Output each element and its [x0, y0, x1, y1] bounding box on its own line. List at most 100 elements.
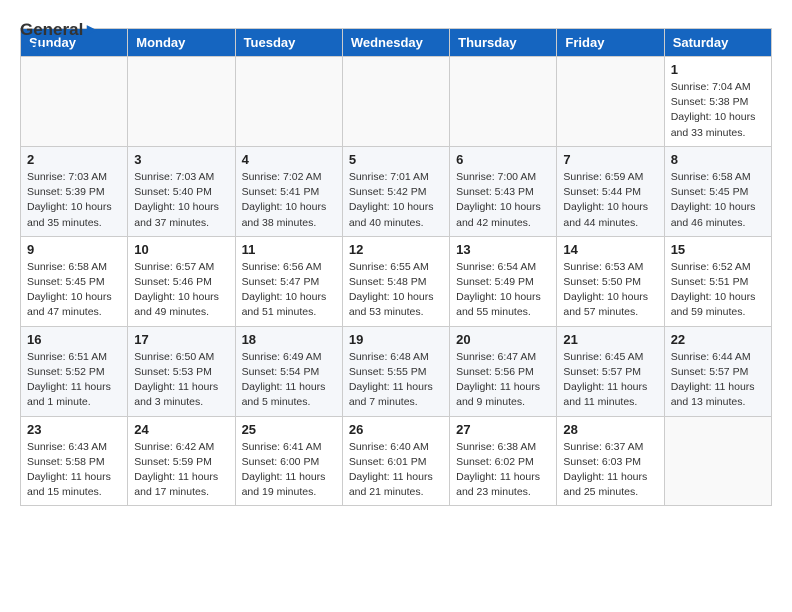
day-number: 24 [134, 422, 228, 437]
weekday-saturday: Saturday [664, 29, 771, 57]
day-info: Sunrise: 6:38 AM Sunset: 6:02 PM Dayligh… [456, 440, 550, 501]
day-cell: 6 Sunrise: 7:00 AM Sunset: 5:43 PM Daylig… [450, 146, 557, 236]
day-number: 23 [27, 422, 121, 437]
day-info: Sunrise: 6:41 AM Sunset: 6:00 PM Dayligh… [242, 440, 336, 501]
day-number: 6 [456, 152, 550, 167]
day-info: Sunrise: 6:48 AM Sunset: 5:55 PM Dayligh… [349, 350, 443, 411]
day-info: Sunrise: 7:04 AM Sunset: 5:38 PM Dayligh… [671, 80, 765, 141]
day-cell: 11Sunrise: 6:56 AM Sunset: 5:47 PM Dayli… [235, 236, 342, 326]
week-row-4: 16 Sunrise: 6:51 AM Sunset: 5:52 PM Dayli… [21, 326, 772, 416]
day-number: 26 [349, 422, 443, 437]
day-number: 5 [349, 152, 443, 167]
day-cell: 18 Sunrise: 6:49 AM Sunset: 5:54 PM Dayli… [235, 326, 342, 416]
day-cell: 2 Sunrise: 7:03 AM Sunset: 5:39 PM Daylig… [21, 146, 128, 236]
day-number: 3 [134, 152, 228, 167]
logo-blue-arrow: ► [83, 20, 100, 39]
day-number: 14 [563, 242, 657, 257]
day-cell: 14 Sunrise: 6:53 AM Sunset: 5:50 PM Dayli… [557, 236, 664, 326]
day-number: 21 [563, 332, 657, 347]
day-info: Sunrise: 6:49 AM Sunset: 5:54 PM Dayligh… [242, 350, 336, 411]
day-cell: 28 Sunrise: 6:37 AM Sunset: 6:03 PM Dayli… [557, 416, 664, 506]
day-cell [450, 57, 557, 147]
day-number: 7 [563, 152, 657, 167]
day-cell: 10 Sunrise: 6:57 AM Sunset: 5:46 PM Dayli… [128, 236, 235, 326]
day-cell [664, 416, 771, 506]
day-cell: 19Sunrise: 6:48 AM Sunset: 5:55 PM Dayli… [342, 326, 449, 416]
day-number: 17 [134, 332, 228, 347]
day-info: Sunrise: 6:40 AM Sunset: 6:01 PM Dayligh… [349, 440, 443, 501]
day-cell: 8 Sunrise: 6:58 AM Sunset: 5:45 PM Daylig… [664, 146, 771, 236]
day-info: Sunrise: 6:45 AM Sunset: 5:57 PM Dayligh… [563, 350, 657, 411]
day-info: Sunrise: 6:54 AM Sunset: 5:49 PM Dayligh… [456, 260, 550, 321]
logo-general: General [20, 20, 83, 39]
week-row-2: 2 Sunrise: 7:03 AM Sunset: 5:39 PM Daylig… [21, 146, 772, 236]
week-row-3: 9 Sunrise: 6:58 AM Sunset: 5:45 PM Daylig… [21, 236, 772, 326]
day-number: 9 [27, 242, 121, 257]
weekday-thursday: Thursday [450, 29, 557, 57]
day-info: Sunrise: 6:42 AM Sunset: 5:59 PM Dayligh… [134, 440, 228, 501]
day-cell: 5 Sunrise: 7:01 AM Sunset: 5:42 PM Daylig… [342, 146, 449, 236]
day-info: Sunrise: 6:59 AM Sunset: 5:44 PM Dayligh… [563, 170, 657, 231]
day-cell: 1 Sunrise: 7:04 AM Sunset: 5:38 PM Daylig… [664, 57, 771, 147]
day-info: Sunrise: 7:03 AM Sunset: 5:39 PM Dayligh… [27, 170, 121, 231]
day-number: 22 [671, 332, 765, 347]
day-info: Sunrise: 7:03 AM Sunset: 5:40 PM Dayligh… [134, 170, 228, 231]
day-number: 28 [563, 422, 657, 437]
day-number: 8 [671, 152, 765, 167]
day-cell: 21 Sunrise: 6:45 AM Sunset: 5:57 PM Dayli… [557, 326, 664, 416]
day-cell [557, 57, 664, 147]
day-number: 1 [671, 62, 765, 77]
day-cell [128, 57, 235, 147]
day-info: Sunrise: 6:47 AM Sunset: 5:56 PM Dayligh… [456, 350, 550, 411]
day-cell [342, 57, 449, 147]
day-number: 15 [671, 242, 765, 257]
weekday-friday: Friday [557, 29, 664, 57]
week-row-1: 1 Sunrise: 7:04 AM Sunset: 5:38 PM Daylig… [21, 57, 772, 147]
day-number: 12 [349, 242, 443, 257]
day-info: Sunrise: 6:50 AM Sunset: 5:53 PM Dayligh… [134, 350, 228, 411]
day-info: Sunrise: 6:53 AM Sunset: 5:50 PM Dayligh… [563, 260, 657, 321]
calendar: SundayMondayTuesdayWednesdayThursdayFrid… [20, 28, 772, 506]
day-info: Sunrise: 6:37 AM Sunset: 6:03 PM Dayligh… [563, 440, 657, 501]
day-cell [235, 57, 342, 147]
logo: General► Blue [20, 20, 100, 60]
day-cell: 4 Sunrise: 7:02 AM Sunset: 5:41 PM Daylig… [235, 146, 342, 236]
day-cell: 26 Sunrise: 6:40 AM Sunset: 6:01 PM Dayli… [342, 416, 449, 506]
weekday-tuesday: Tuesday [235, 29, 342, 57]
day-info: Sunrise: 6:43 AM Sunset: 5:58 PM Dayligh… [27, 440, 121, 501]
day-number: 4 [242, 152, 336, 167]
day-cell: 16 Sunrise: 6:51 AM Sunset: 5:52 PM Dayli… [21, 326, 128, 416]
day-info: Sunrise: 6:51 AM Sunset: 5:52 PM Dayligh… [27, 350, 121, 411]
day-number: 18 [242, 332, 336, 347]
day-cell: 22 Sunrise: 6:44 AM Sunset: 5:57 PM Dayli… [664, 326, 771, 416]
weekday-monday: Monday [128, 29, 235, 57]
day-info: Sunrise: 7:01 AM Sunset: 5:42 PM Dayligh… [349, 170, 443, 231]
day-cell: 13 Sunrise: 6:54 AM Sunset: 5:49 PM Dayli… [450, 236, 557, 326]
day-cell: 12 Sunrise: 6:55 AM Sunset: 5:48 PM Dayli… [342, 236, 449, 326]
day-cell: 15 Sunrise: 6:52 AM Sunset: 5:51 PM Dayli… [664, 236, 771, 326]
day-info: Sunrise: 6:58 AM Sunset: 5:45 PM Dayligh… [671, 170, 765, 231]
day-cell: 20Sunrise: 6:47 AM Sunset: 5:56 PM Dayli… [450, 326, 557, 416]
day-cell: 7 Sunrise: 6:59 AM Sunset: 5:44 PM Daylig… [557, 146, 664, 236]
day-number: 10 [134, 242, 228, 257]
day-cell: 9 Sunrise: 6:58 AM Sunset: 5:45 PM Daylig… [21, 236, 128, 326]
day-info: Sunrise: 6:44 AM Sunset: 5:57 PM Dayligh… [671, 350, 765, 411]
day-cell: 24 Sunrise: 6:42 AM Sunset: 5:59 PM Dayli… [128, 416, 235, 506]
day-number: 13 [456, 242, 550, 257]
day-number: 27 [456, 422, 550, 437]
weekday-header-row: SundayMondayTuesdayWednesdayThursdayFrid… [21, 29, 772, 57]
day-info: Sunrise: 7:00 AM Sunset: 5:43 PM Dayligh… [456, 170, 550, 231]
day-cell: 23 Sunrise: 6:43 AM Sunset: 5:58 PM Dayli… [21, 416, 128, 506]
weekday-wednesday: Wednesday [342, 29, 449, 57]
day-info: Sunrise: 6:58 AM Sunset: 5:45 PM Dayligh… [27, 260, 121, 321]
day-number: 16 [27, 332, 121, 347]
day-number: 11 [242, 242, 336, 257]
day-cell: 25Sunrise: 6:41 AM Sunset: 6:00 PM Dayli… [235, 416, 342, 506]
day-number: 2 [27, 152, 121, 167]
day-info: Sunrise: 6:57 AM Sunset: 5:46 PM Dayligh… [134, 260, 228, 321]
logo-blue-text: Blue [22, 40, 59, 59]
week-row-5: 23 Sunrise: 6:43 AM Sunset: 5:58 PM Dayli… [21, 416, 772, 506]
day-info: Sunrise: 6:52 AM Sunset: 5:51 PM Dayligh… [671, 260, 765, 321]
day-info: Sunrise: 7:02 AM Sunset: 5:41 PM Dayligh… [242, 170, 336, 231]
day-info: Sunrise: 6:55 AM Sunset: 5:48 PM Dayligh… [349, 260, 443, 321]
